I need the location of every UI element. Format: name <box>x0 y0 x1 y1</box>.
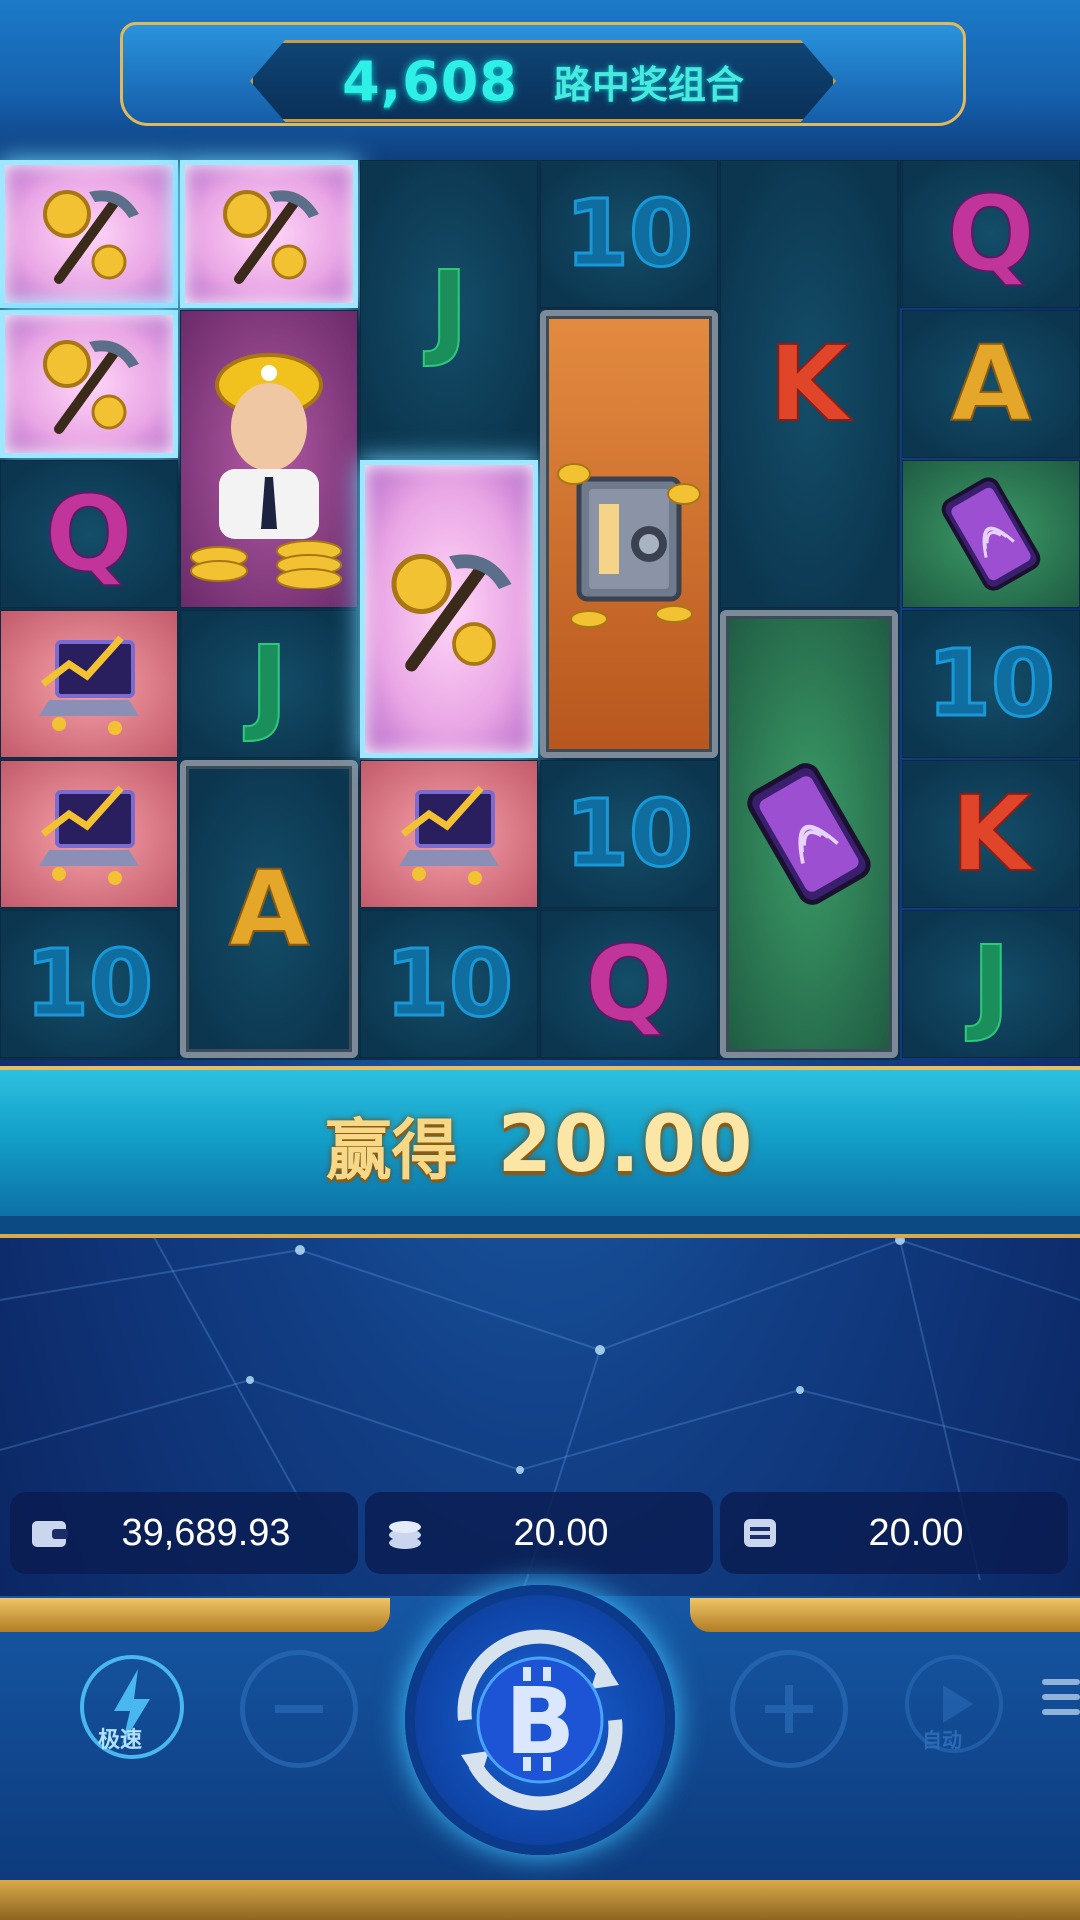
ways-label: 路中奖组合 <box>553 62 744 107</box>
bet-value: 20.00 <box>513 1511 609 1554</box>
symbol-pickaxe-coins-big <box>360 460 538 758</box>
symbol-10: 10 <box>540 760 718 908</box>
gold-rail-left <box>0 1598 390 1632</box>
symbol-10: 10 <box>540 160 718 308</box>
fingerprint-phone-icon <box>747 763 871 905</box>
letter-q-icon: Q <box>584 923 674 1045</box>
symbol-a: A <box>902 310 1080 458</box>
pickaxe-coins-icon <box>391 554 512 672</box>
symbol-j: J <box>180 610 358 758</box>
laptop-chart-icon <box>399 785 499 885</box>
number-10-icon: 10 <box>563 180 694 287</box>
wallet-icon <box>32 1521 68 1547</box>
symbol-j: J <box>902 910 1080 1058</box>
bet-panel: 20.00 <box>365 1492 713 1574</box>
win-label: 赢得 <box>325 1112 458 1189</box>
plus-icon <box>765 1685 813 1733</box>
increase-bet-button[interactable] <box>730 1650 848 1768</box>
symbol-10: 10 <box>0 910 178 1058</box>
symbol-laptop <box>0 610 178 758</box>
autoplay-label: 自动 <box>922 1728 962 1752</box>
number-10-icon: 10 <box>23 930 154 1037</box>
symbol-10: 10 <box>360 910 538 1058</box>
gold-rail-right <box>690 1598 1080 1632</box>
symbol-q: Q <box>540 910 718 1058</box>
symbol-q: Q <box>902 160 1080 308</box>
bitcoin-spin-icon: B <box>457 1629 623 1811</box>
symbol-phone-framed <box>720 610 898 1058</box>
number-10-icon: 10 <box>383 930 514 1037</box>
letter-j-icon: J <box>249 623 290 745</box>
symbol-phone <box>902 460 1080 608</box>
bottom-gold-trim <box>0 1880 1080 1920</box>
letter-k-icon: K <box>768 323 851 445</box>
letter-q-icon: Q <box>44 473 134 595</box>
banner-trim <box>0 1216 1080 1238</box>
symbol-safe <box>540 310 718 758</box>
turbo-label: 极速 <box>98 1728 143 1753</box>
coin-stack-icon <box>389 1521 421 1549</box>
win-value: 20.00 <box>868 1511 964 1554</box>
ways-display: 4,608 路中奖组合 <box>250 40 836 122</box>
laptop-chart-icon <box>39 635 139 735</box>
symbol-j: J <box>360 160 538 458</box>
win-amount: 20.00 <box>497 1100 755 1190</box>
symbol-a-framed: A <box>180 760 358 1058</box>
balance-panel: 39,689.93 <box>10 1492 358 1574</box>
svg-text:B: B <box>505 1668 575 1775</box>
minus-icon <box>275 1705 323 1713</box>
symbol-pickaxe-coins <box>180 160 358 308</box>
number-10-icon: 10 <box>925 630 1056 737</box>
letter-a-icon: A <box>950 323 1032 445</box>
ways-count: 4,608 <box>342 49 518 113</box>
symbol-10: 10 <box>902 610 1080 758</box>
decrease-bet-button[interactable] <box>240 1650 358 1768</box>
laptop-chart-icon <box>39 785 139 885</box>
symbol-laptop <box>0 760 178 908</box>
miner-character-icon <box>190 353 342 589</box>
symbol-miner <box>180 310 358 608</box>
number-10-icon: 10 <box>563 780 694 887</box>
pickaxe-coins-icon <box>43 190 139 284</box>
letter-j-icon: J <box>429 248 470 370</box>
pickaxe-coins-icon <box>43 340 139 434</box>
win-panel: 20.00 <box>720 1492 1068 1574</box>
vault-safe-icon <box>557 463 701 628</box>
letter-q-icon: Q <box>946 173 1036 295</box>
letter-j-icon: J <box>971 923 1012 1045</box>
symbol-pickaxe-coins <box>0 310 178 458</box>
letter-k-icon: K <box>950 773 1033 895</box>
balance-value: 39,689.93 <box>121 1511 291 1554</box>
symbol-k: K <box>902 760 1080 908</box>
symbol-pickaxe-coins <box>0 160 178 308</box>
pickaxe-coins-icon <box>223 190 319 284</box>
menu-icon[interactable] <box>1040 1675 1080 1719</box>
symbol-k: K <box>720 160 898 608</box>
spin-button[interactable]: B <box>405 1585 675 1855</box>
prize-badge-icon <box>744 1519 776 1547</box>
letter-a-icon: A <box>228 848 310 970</box>
symbol-laptop <box>360 760 538 908</box>
symbol-q: Q <box>0 460 178 608</box>
fingerprint-phone-icon <box>941 477 1041 591</box>
reel-grid: Q 10 J A J 10 10 10 Q K <box>0 160 1078 1060</box>
win-banner: 赢得 20.00 <box>0 1066 1080 1226</box>
